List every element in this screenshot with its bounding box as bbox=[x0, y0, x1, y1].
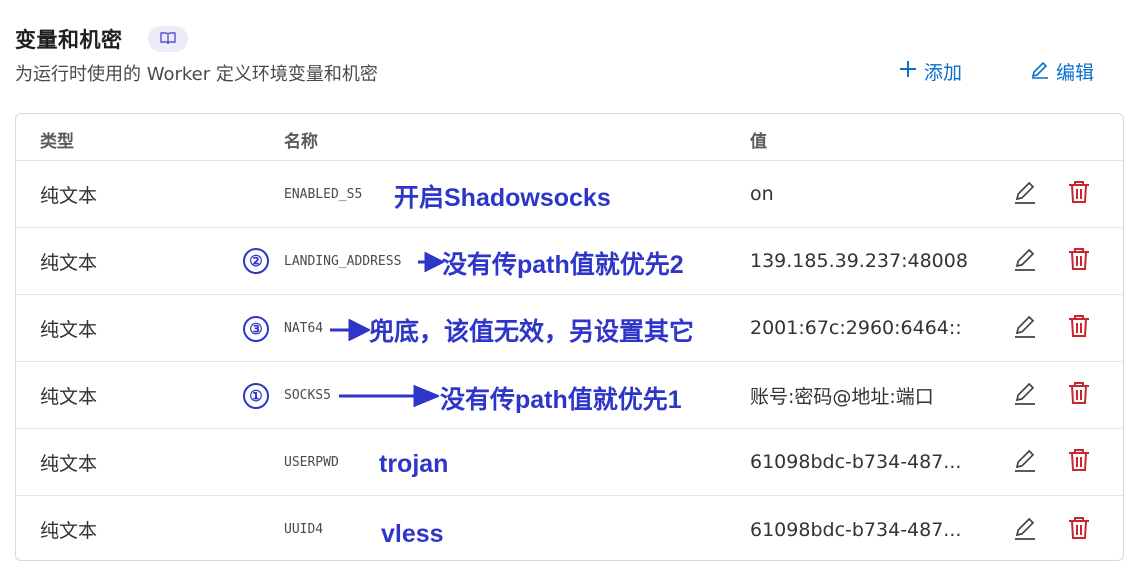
row-type: 纯文本 bbox=[40, 318, 98, 341]
row-type: 纯文本 bbox=[40, 385, 98, 408]
row-value: 139.185.39.237:48008 bbox=[750, 250, 968, 272]
row-name: USERPWD bbox=[284, 454, 339, 470]
edit-label: 编辑 bbox=[1056, 61, 1095, 84]
trash-icon bbox=[1067, 515, 1091, 545]
row-value: on bbox=[750, 183, 774, 205]
annotation-userpwd: trojan bbox=[379, 450, 449, 478]
pencil-icon bbox=[1012, 515, 1038, 545]
row-name: SOCKS5 bbox=[284, 387, 331, 403]
row-delete-button[interactable] bbox=[1067, 295, 1091, 361]
row-value: 账号:密码@地址:端口 bbox=[750, 385, 934, 408]
trash-icon bbox=[1067, 313, 1091, 343]
pencil-icon bbox=[1012, 246, 1038, 276]
row-edit-button[interactable] bbox=[1012, 228, 1038, 294]
row-delete-button[interactable] bbox=[1067, 228, 1091, 294]
number-badge-2: ② bbox=[243, 248, 269, 274]
pencil-icon bbox=[1012, 179, 1038, 209]
row-value: 61098bdc-b734-487... bbox=[750, 451, 962, 473]
trash-icon bbox=[1067, 380, 1091, 410]
row-type: 纯文本 bbox=[40, 520, 98, 542]
edit-button[interactable]: 编辑 bbox=[1030, 56, 1094, 86]
row-edit-button[interactable] bbox=[1012, 362, 1038, 428]
page-subtitle: 为运行时使用的 Worker 定义环境变量和机密 bbox=[15, 64, 378, 85]
plus-icon bbox=[898, 59, 918, 84]
row-delete-button[interactable] bbox=[1067, 429, 1091, 495]
number-badge-3: ③ bbox=[243, 316, 269, 342]
col-value: 值 bbox=[750, 132, 767, 152]
row-delete-button[interactable] bbox=[1067, 161, 1091, 227]
arrow-icon bbox=[339, 385, 439, 407]
trash-icon bbox=[1067, 447, 1091, 477]
row-delete-button[interactable] bbox=[1067, 496, 1091, 560]
pencil-icon bbox=[1030, 59, 1050, 84]
row-edit-button[interactable] bbox=[1012, 429, 1038, 495]
row-type: 纯文本 bbox=[40, 251, 98, 274]
page-title: 变量和机密 bbox=[15, 28, 123, 52]
row-name: ENABLED_S5 bbox=[284, 186, 363, 202]
annotation-enabled-s5: 开启Shadowsocks bbox=[394, 184, 611, 212]
number-badge-1: ① bbox=[243, 383, 269, 409]
arrow-icon bbox=[330, 319, 370, 341]
pencil-icon bbox=[1012, 380, 1038, 410]
row-name: LANDING_ADDRESS bbox=[284, 253, 402, 269]
row-name: UUID4 bbox=[284, 522, 324, 537]
trash-icon bbox=[1067, 179, 1091, 209]
table-header: 类型 名称 值 bbox=[16, 114, 1123, 161]
annotation-uuid4: vless bbox=[381, 520, 444, 548]
trash-icon bbox=[1067, 246, 1091, 276]
annotation-landing: 没有传path值就优先2 bbox=[442, 251, 684, 279]
pencil-icon bbox=[1012, 447, 1038, 477]
pencil-icon bbox=[1012, 313, 1038, 343]
row-type: 纯文本 bbox=[40, 184, 98, 207]
col-type: 类型 bbox=[40, 132, 74, 152]
docs-link[interactable] bbox=[148, 26, 188, 52]
row-edit-button[interactable] bbox=[1012, 161, 1038, 227]
annotation-nat64: 兜底，该值无效，另设置其它 bbox=[369, 318, 695, 346]
col-name: 名称 bbox=[284, 132, 318, 152]
book-icon bbox=[160, 30, 176, 49]
add-label: 添加 bbox=[924, 61, 963, 84]
arrow-icon bbox=[418, 252, 444, 272]
row-value: 61098bdc-b734-487... bbox=[750, 518, 962, 541]
row-edit-button[interactable] bbox=[1012, 496, 1038, 560]
annotation-socks5: 没有传path值就优先1 bbox=[440, 386, 682, 414]
table-row: 纯文本 USERPWD 61098bdc-b734-487... bbox=[16, 429, 1123, 496]
row-value: 2001:67c:2960:6464:: bbox=[750, 317, 962, 339]
row-type: 纯文本 bbox=[40, 452, 98, 475]
add-button[interactable]: 添加 bbox=[898, 56, 962, 86]
table-row: 纯文本 UUID4 61098bdc-b734-487... bbox=[16, 496, 1123, 560]
row-delete-button[interactable] bbox=[1067, 362, 1091, 428]
row-edit-button[interactable] bbox=[1012, 295, 1038, 361]
row-name: NAT64 bbox=[284, 320, 324, 336]
